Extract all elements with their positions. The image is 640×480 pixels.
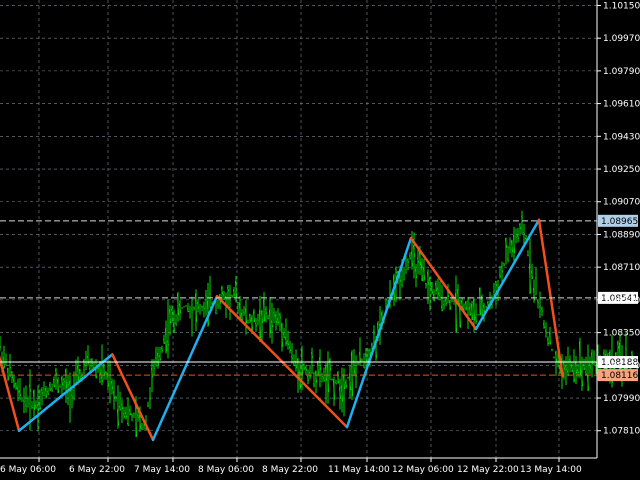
level-tag-label: 1.08116 <box>601 371 638 381</box>
chart-background <box>0 0 640 480</box>
price-tick-label: 1.08170 <box>603 361 640 371</box>
candle-body <box>347 376 349 379</box>
time-tick-label: 7 May 14:00 <box>134 465 190 475</box>
candle-body <box>189 309 191 311</box>
price-tick-label: 1.09970 <box>603 34 640 44</box>
price-tick-label: 1.08530 <box>603 296 640 306</box>
price-tick-label: 1.08350 <box>603 329 640 339</box>
price-tick-label: 1.09610 <box>603 100 640 110</box>
candle-body <box>593 363 595 365</box>
time-tick-label: 6 May 22:00 <box>69 465 125 475</box>
time-tick-label: 13 May 14:00 <box>520 465 582 475</box>
price-tick-label: 1.07810 <box>603 427 640 437</box>
price-tick-label: 1.09790 <box>603 67 640 77</box>
time-tick-label: 12 May 06:00 <box>392 465 454 475</box>
price-chart[interactable]: 1.08965 1.08541 1.08188 1.08116 1.10150 1.09… <box>0 0 640 480</box>
candle-body <box>405 263 407 265</box>
candle-body <box>477 313 479 316</box>
chart-canvas[interactable]: 1.089651.085411.081881.08116 1.101501.09… <box>0 0 640 480</box>
candle-body <box>237 303 239 306</box>
candle-body <box>143 425 145 427</box>
time-tick-label: 6 May 06:00 <box>0 465 56 475</box>
price-tick-label: 1.07990 <box>603 394 640 404</box>
time-tick-label: 8 May 06:00 <box>198 465 254 475</box>
candle-body <box>451 300 453 303</box>
price-tick-label: 1.10150 <box>603 1 640 11</box>
candle-body <box>109 388 111 390</box>
price-tick-label: 1.09070 <box>603 198 640 208</box>
candle-body <box>551 348 553 351</box>
price-tick-label: 1.08710 <box>603 263 640 273</box>
candle-body <box>403 278 405 281</box>
price-tick-label: 1.08890 <box>603 230 640 240</box>
time-tick-label: 12 May 22:00 <box>457 465 519 475</box>
level-tag-label: 1.08965 <box>601 217 638 227</box>
price-tick-label: 1.09250 <box>603 165 640 175</box>
time-tick-label: 11 May 14:00 <box>328 465 390 475</box>
time-tick-label: 8 May 22:00 <box>262 465 318 475</box>
candle-body <box>185 305 187 307</box>
candle-body <box>183 306 185 308</box>
candle-body <box>485 306 487 309</box>
candle-body <box>181 307 183 309</box>
price-tick-label: 1.09430 <box>603 132 640 142</box>
candle-body <box>21 398 23 400</box>
candle-body <box>331 378 333 381</box>
candle-body <box>199 304 201 306</box>
